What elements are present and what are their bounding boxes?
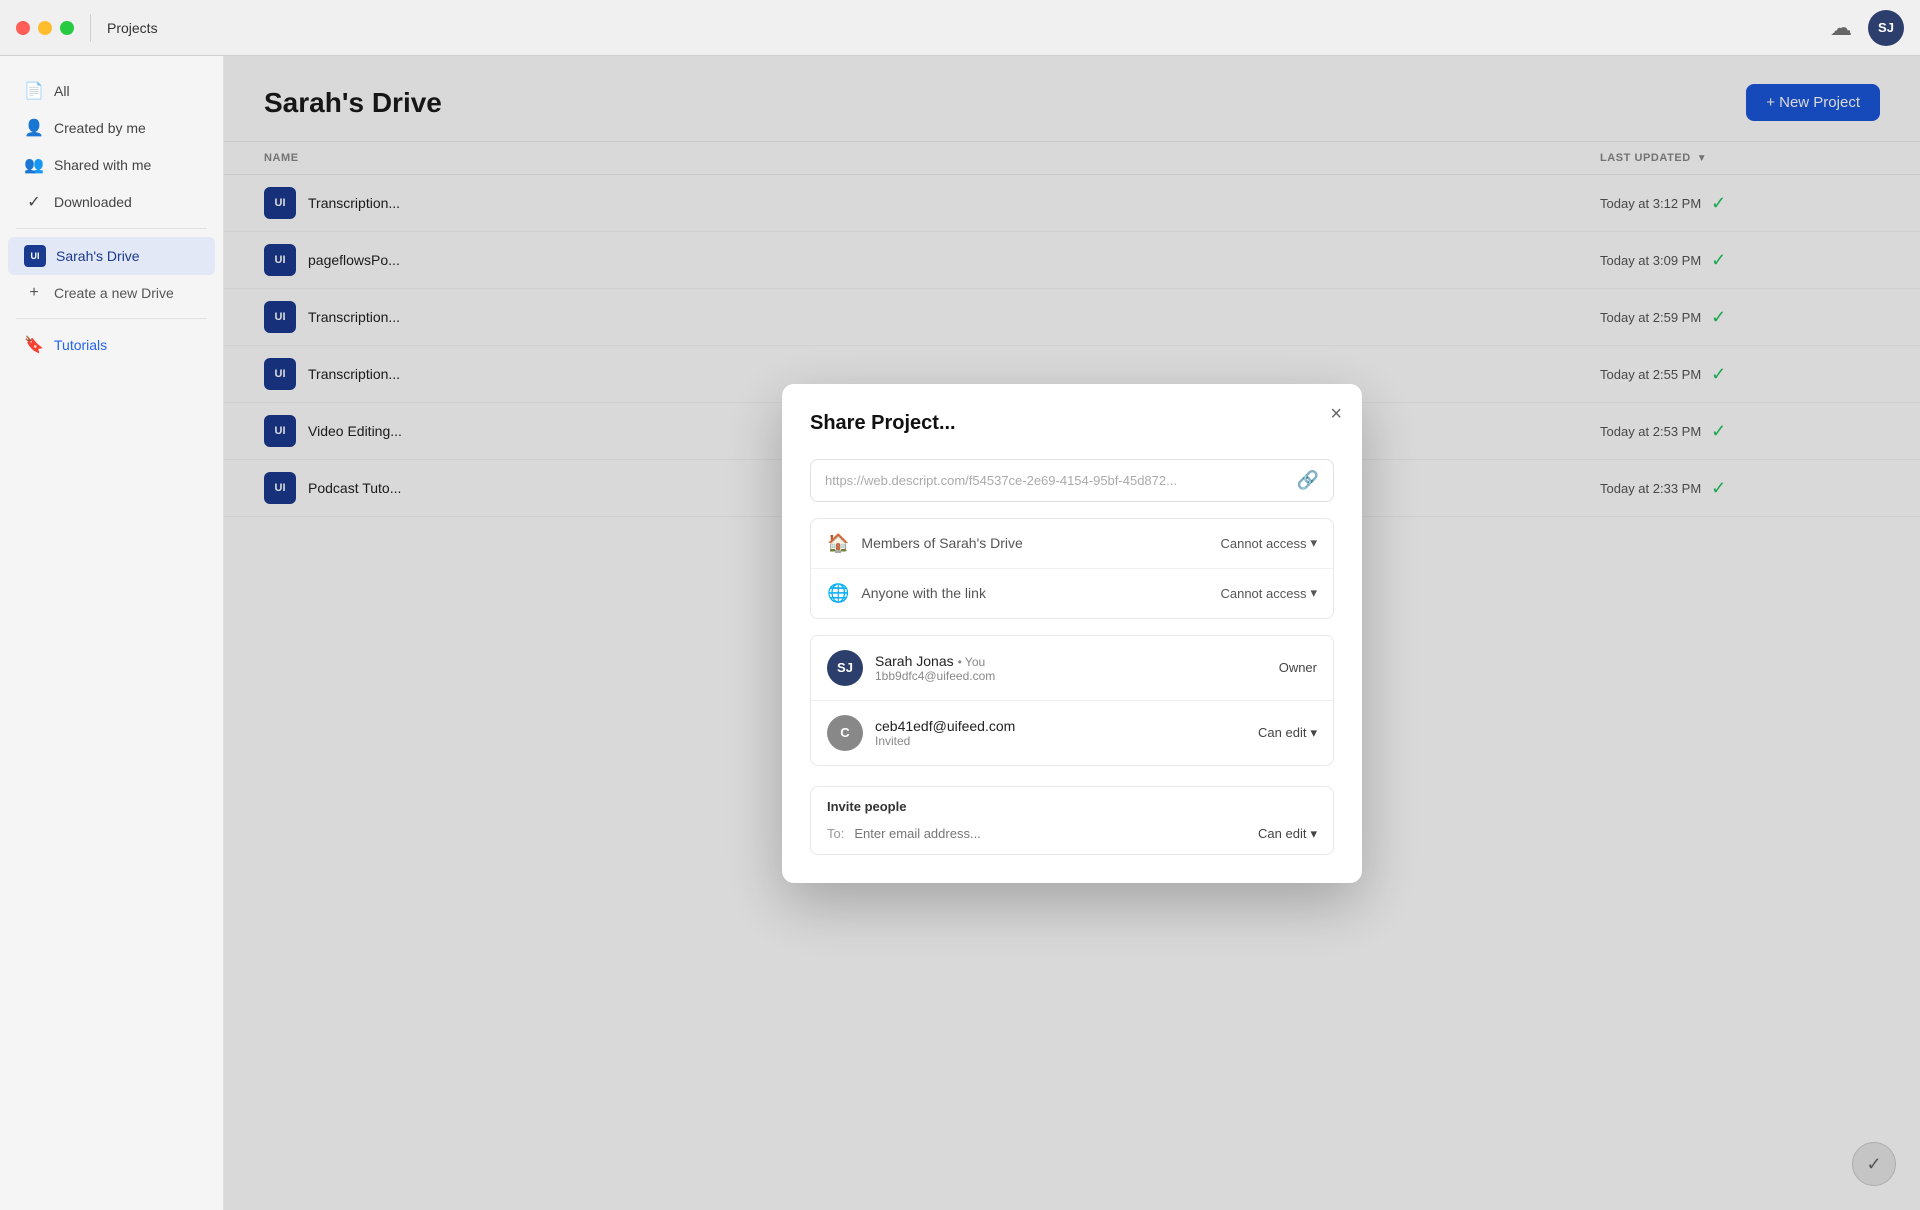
member-email-ceb: Invited — [875, 734, 1246, 748]
member-role-dropdown-ceb[interactable]: Can edit ▾ — [1258, 725, 1317, 741]
titlebar-title: Projects — [107, 20, 158, 36]
sidebar-item-tutorials-label: Tutorials — [54, 337, 107, 353]
member-email-sarah: 1bb9dfc4@uifeed.com — [875, 669, 1267, 683]
sidebar-item-sarahs-drive[interactable]: UI Sarah's Drive — [8, 237, 215, 275]
link-url: https://web.descript.com/f54537ce-2e69-4… — [825, 473, 1287, 488]
sidebar-item-drive-label: Sarah's Drive — [56, 248, 140, 264]
link-row: https://web.descript.com/f54537ce-2e69-4… — [810, 459, 1334, 502]
members-label: Members of Sarah's Drive — [861, 535, 1208, 551]
sidebar: 📄 All 👤 Created by me 👥 Shared with me ✓… — [0, 56, 224, 1210]
access-section: 🏠 Members of Sarah's Drive Cannot access… — [810, 518, 1334, 619]
anyone-label: Anyone with the link — [861, 585, 1208, 601]
avatar[interactable]: SJ — [1868, 10, 1904, 46]
modal-close-button[interactable]: × — [1330, 404, 1342, 424]
main-layout: 📄 All 👤 Created by me 👥 Shared with me ✓… — [0, 56, 1920, 1210]
modal-overlay[interactable]: Share Project... × https://web.descript.… — [224, 56, 1920, 1210]
member-row-sarah: SJ Sarah Jonas • You 1bb9dfc4@uifeed.com… — [811, 636, 1333, 701]
anyone-icon: 🌐 — [827, 583, 849, 604]
sidebar-item-shared-with-me[interactable]: 👥 Shared with me — [8, 147, 215, 183]
invite-permission-dropdown[interactable]: Can edit ▾ — [1258, 826, 1317, 842]
invite-email-input[interactable] — [854, 826, 1248, 841]
member-avatar-ceb: C — [827, 715, 863, 751]
member-avatar-sarah: SJ — [827, 650, 863, 686]
access-row-members: 🏠 Members of Sarah's Drive Cannot access… — [811, 519, 1333, 569]
sidebar-item-shared-with-me-label: Shared with me — [54, 157, 151, 173]
downloaded-icon: ✓ — [24, 192, 44, 212]
titlebar: Projects ☁ SJ — [0, 0, 1920, 56]
share-modal: Share Project... × https://web.descript.… — [782, 384, 1362, 883]
sidebar-item-all-label: All — [54, 83, 70, 99]
drive-icon: UI — [24, 245, 46, 267]
member-role-ceb: Can edit — [1258, 725, 1306, 740]
members-access-dropdown[interactable]: Cannot access ▾ — [1220, 535, 1317, 551]
sidebar-item-downloaded-label: Downloaded — [54, 194, 132, 210]
sidebar-item-create-drive-label: Create a new Drive — [54, 285, 174, 301]
invite-row: To: Can edit ▾ — [811, 814, 1333, 854]
sidebar-item-create-drive[interactable]: + Create a new Drive — [8, 276, 215, 310]
invite-to-label: To: — [827, 826, 844, 841]
member-name-sarah: Sarah Jonas — [875, 653, 954, 669]
create-drive-icon: + — [24, 284, 44, 302]
sidebar-item-all[interactable]: 📄 All — [8, 73, 215, 109]
invite-section: Invite people To: Can edit ▾ — [810, 786, 1334, 855]
sidebar-item-downloaded[interactable]: ✓ Downloaded — [8, 184, 215, 220]
anyone-access-dropdown[interactable]: Cannot access ▾ — [1220, 585, 1317, 601]
member-name-ceb: ceb41edf@uifeed.com — [875, 718, 1246, 734]
member-role-chevron-ceb: ▾ — [1310, 725, 1317, 741]
members-access-chevron: ▾ — [1310, 535, 1317, 551]
members-icon: 🏠 — [827, 533, 849, 554]
member-info-ceb: ceb41edf@uifeed.com Invited — [875, 718, 1246, 748]
sidebar-divider — [16, 228, 207, 229]
titlebar-divider — [90, 14, 91, 42]
cloud-icon[interactable]: ☁ — [1830, 15, 1852, 41]
anyone-access-value: Cannot access — [1220, 586, 1306, 601]
traffic-lights — [16, 21, 74, 35]
invite-label: Invite people — [811, 787, 1333, 814]
invite-permission-value: Can edit — [1258, 826, 1306, 841]
shared-with-me-icon: 👥 — [24, 155, 44, 175]
close-button[interactable] — [16, 21, 30, 35]
minimize-button[interactable] — [38, 21, 52, 35]
created-by-me-icon: 👤 — [24, 118, 44, 138]
member-row-ceb: C ceb41edf@uifeed.com Invited Can edit ▾ — [811, 701, 1333, 765]
members-section: SJ Sarah Jonas • You 1bb9dfc4@uifeed.com… — [810, 635, 1334, 766]
anyone-access-chevron: ▾ — [1310, 585, 1317, 601]
member-info-sarah: Sarah Jonas • You 1bb9dfc4@uifeed.com — [875, 653, 1267, 683]
sidebar-item-created-by-me[interactable]: 👤 Created by me — [8, 110, 215, 146]
sidebar-divider-2 — [16, 318, 207, 319]
member-sub-sarah: • You — [958, 655, 986, 669]
content-area: Sarah's Drive + New Project NAME LAST UP… — [224, 56, 1920, 1210]
member-role-sarah: Owner — [1279, 660, 1317, 675]
maximize-button[interactable] — [60, 21, 74, 35]
all-icon: 📄 — [24, 81, 44, 101]
copy-link-icon[interactable]: 🔗 — [1297, 470, 1319, 491]
titlebar-right: ☁ SJ — [1830, 10, 1904, 46]
members-access-value: Cannot access — [1220, 536, 1306, 551]
sidebar-item-created-by-me-label: Created by me — [54, 120, 146, 136]
invite-permission-chevron: ▾ — [1310, 826, 1317, 842]
tutorials-icon: 🔖 — [24, 335, 44, 355]
modal-title: Share Project... — [810, 412, 1334, 435]
sidebar-item-tutorials[interactable]: 🔖 Tutorials — [8, 327, 215, 363]
access-row-anyone: 🌐 Anyone with the link Cannot access ▾ — [811, 569, 1333, 618]
